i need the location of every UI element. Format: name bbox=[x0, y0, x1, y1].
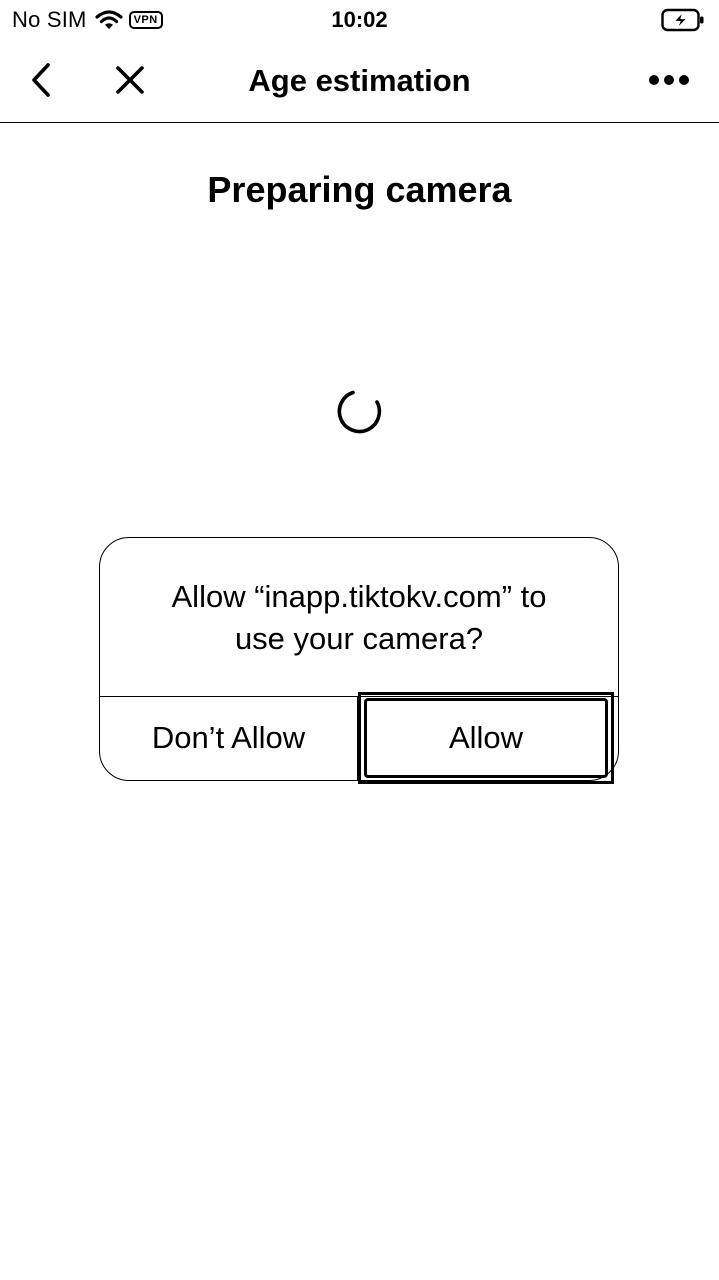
allow-button[interactable]: Allow bbox=[358, 692, 614, 784]
battery-charging-icon bbox=[661, 8, 704, 32]
spinner-icon bbox=[337, 390, 382, 434]
camera-permission-alert: Allow “inapp.tiktokv.com” to use your ca… bbox=[99, 537, 619, 784]
more-button[interactable] bbox=[643, 58, 695, 102]
preparing-camera-heading: Preparing camera bbox=[207, 169, 512, 210]
page-title: Age estimation bbox=[248, 63, 471, 98]
status-time: 10:02 bbox=[331, 7, 388, 32]
dont-allow-button[interactable]: Don’t Allow bbox=[100, 696, 358, 780]
more-horizontal-icon bbox=[649, 75, 689, 85]
allow-button-label: Allow bbox=[364, 698, 608, 778]
status-bar: No SIM VPN 10:02 bbox=[0, 0, 719, 40]
alert-message-line-2: use your camera? bbox=[234, 621, 484, 656]
alert-message: Allow “inapp.tiktokv.com” to use your ca… bbox=[100, 576, 618, 660]
nav-bar: Age estimation bbox=[0, 40, 719, 123]
alert-message-line-1: Allow “inapp.tiktokv.com” to bbox=[171, 579, 547, 614]
